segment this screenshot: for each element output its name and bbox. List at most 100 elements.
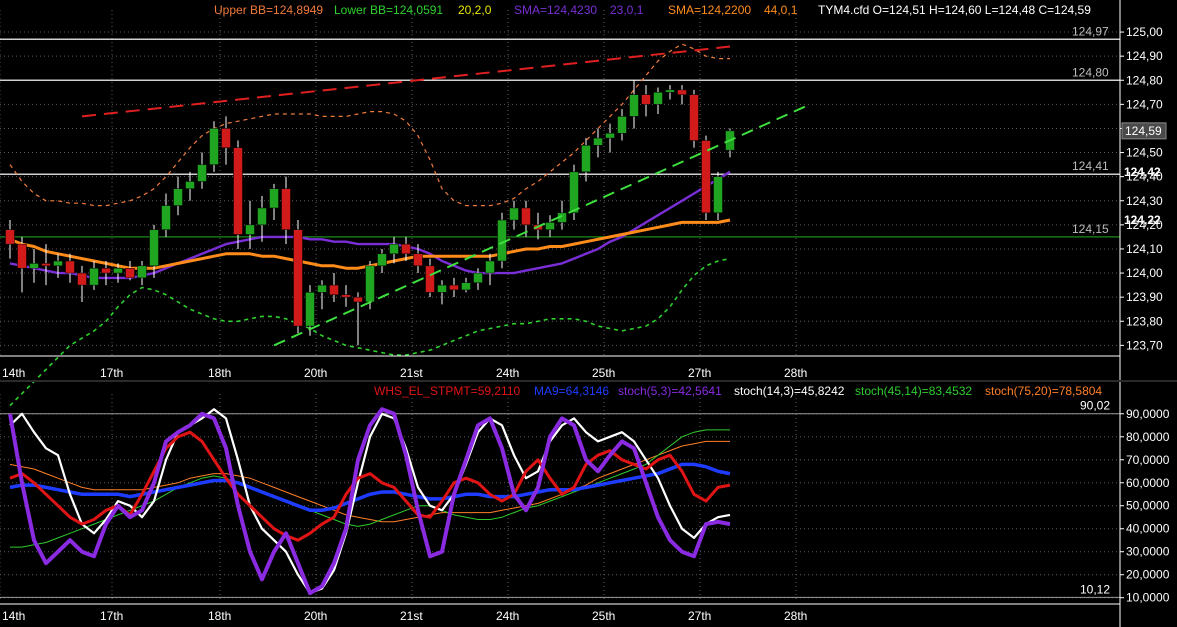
price-panel[interactable]: 124,97 124,80 124,41 124,15 125,00 124,90 124… [0, 0, 1177, 407]
candle-body[interactable] [605, 133, 615, 139]
candle-body[interactable] [545, 222, 555, 230]
candle-body[interactable] [473, 272, 483, 283]
candle-body[interactable] [305, 292, 315, 327]
candle-body[interactable] [665, 89, 675, 93]
osc-level-tag: 10,12 [1080, 582, 1110, 596]
osc-date-label: 24th [496, 609, 519, 623]
osc-tick-label: 60,0000 [1126, 476, 1170, 490]
candle-body[interactable] [293, 229, 303, 327]
price-trendlines[interactable] [81, 45, 811, 347]
candle-body[interactable] [233, 147, 243, 235]
candle-body[interactable] [257, 207, 267, 226]
candle-body[interactable] [197, 164, 207, 182]
candle-body[interactable] [365, 265, 375, 303]
candle-body[interactable] [689, 94, 699, 141]
candle-body[interactable] [653, 92, 663, 105]
panel-separator[interactable] [0, 380, 1177, 382]
candle-body[interactable] [701, 140, 711, 214]
candle-body[interactable] [353, 296, 363, 303]
price-date-label: 20th [304, 366, 327, 380]
candle-body[interactable] [521, 207, 531, 226]
candle-body[interactable] [329, 284, 339, 295]
candle-body[interactable] [509, 207, 519, 221]
osc-tick-label: 20,0000 [1126, 568, 1170, 582]
osc-level-tag: 90,02 [1080, 399, 1110, 413]
candle-body[interactable] [41, 263, 51, 267]
candle-body[interactable] [413, 253, 423, 267]
candle-body[interactable] [113, 267, 123, 274]
candle-body[interactable] [161, 205, 171, 230]
price-tick-label: 124,90 [1126, 49, 1163, 63]
candle-body[interactable] [617, 116, 627, 134]
candle-body[interactable] [485, 260, 495, 274]
osc-tick-label: 10,0000 [1126, 591, 1170, 605]
legend-sma-fast-params: 23,0,1 [610, 3, 644, 17]
price-tick-label: 123,90 [1126, 290, 1163, 304]
candle-body[interactable] [593, 137, 603, 146]
price-date-label: 28th [784, 366, 807, 380]
osc-series-stoch-45-14- [10, 429, 730, 548]
price-axis: 125,00124,90124,80124,70124,60124,50124,… [1119, 0, 1177, 380]
price-tick-label: 123,80 [1126, 314, 1163, 328]
candle-body[interactable] [89, 267, 99, 286]
oscillator-panel[interactable]: 90,0000 80,0000 70,0000 60,0000 50,0000 40,00… [0, 382, 1170, 627]
price-date-axis: 14th 17th 18th 20th 21st 24th 25th 27th 28th [0, 355, 1120, 380]
candle-body[interactable] [245, 224, 255, 235]
candle-body[interactable] [629, 94, 639, 117]
osc-date-label: 18th [208, 609, 231, 623]
oscillator-series [8, 407, 731, 596]
candle-body[interactable] [149, 229, 159, 267]
candle-body[interactable] [221, 128, 231, 148]
osc-date-label: 20th [304, 609, 327, 623]
candle-body[interactable] [17, 243, 27, 269]
candle-body[interactable] [389, 243, 399, 255]
candle-body[interactable] [425, 265, 435, 293]
osc-date-label: 28th [784, 609, 807, 623]
candle-body[interactable] [5, 229, 15, 245]
oscillator-tags: 90,02 10,12 [1080, 399, 1110, 597]
candle-body[interactable] [713, 176, 723, 214]
candle-body[interactable] [101, 267, 111, 274]
osc-tick-label: 50,0000 [1126, 499, 1170, 513]
candle-body[interactable] [569, 171, 579, 214]
legend-bb-params: 20,2,0 [458, 3, 492, 17]
candle-body[interactable] [53, 260, 63, 267]
price-grid [0, 10, 1120, 355]
candle-body[interactable] [209, 128, 219, 165]
legend-stoch143: stoch(14,3)=45,8242 [734, 384, 845, 398]
legend-sma-fast: SMA=124,4230 [514, 3, 597, 17]
candle-body[interactable] [581, 145, 591, 173]
legend-sma-slow-params: 44,0,1 [764, 3, 798, 17]
candle-body[interactable] [317, 284, 327, 293]
candle-body[interactable] [341, 294, 351, 298]
price-tick-label: 123,70 [1126, 338, 1163, 352]
candle-body[interactable] [449, 284, 459, 291]
price-date-label: 25th [592, 366, 615, 380]
candle-body[interactable] [461, 282, 471, 291]
legend-stoch4514: stoch(45,14)=83,4532 [855, 384, 972, 398]
price-date-label: 21st [400, 366, 423, 380]
candle-body[interactable] [281, 188, 291, 230]
price-date-label: 14th [2, 366, 25, 380]
green-trendline[interactable] [273, 103, 811, 347]
candle-body[interactable] [437, 284, 447, 293]
price-tick-label: 124,50 [1126, 146, 1163, 160]
candle-body[interactable] [377, 253, 387, 267]
candle-body[interactable] [677, 89, 687, 95]
level-tag: 124,80 [1072, 65, 1109, 79]
osc-tick-label: 80,0000 [1126, 430, 1170, 444]
candle-body[interactable] [77, 272, 87, 286]
candle-body[interactable] [185, 181, 195, 189]
candle-body[interactable] [137, 265, 147, 279]
candle-body[interactable] [125, 267, 135, 279]
price-tick-label: 124,80 [1126, 73, 1163, 87]
sma-slow-tag: 124,22 [1124, 213, 1161, 227]
candle-body[interactable] [65, 260, 75, 274]
candle-body[interactable] [641, 94, 651, 105]
candle-body[interactable] [29, 263, 39, 269]
candle-body[interactable] [269, 188, 279, 209]
osc-date-label: 17th [100, 609, 123, 623]
candle-body[interactable] [173, 188, 183, 206]
candle-body[interactable] [401, 243, 411, 255]
price-tick-label: 124,30 [1126, 194, 1163, 208]
